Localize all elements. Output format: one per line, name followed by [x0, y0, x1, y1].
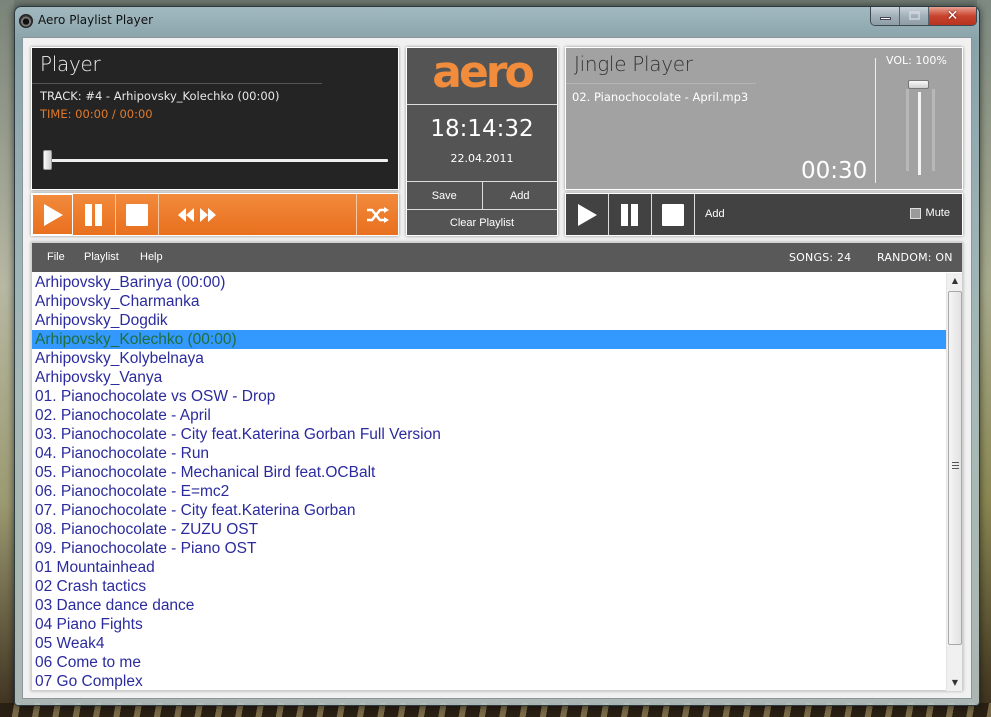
close-icon: ✕ [946, 8, 959, 24]
playlist-item[interactable]: 06 Come to me [32, 653, 947, 672]
window-title: Aero Playlist Player [38, 13, 154, 27]
playlist-item[interactable]: 04 Piano Fights [32, 615, 947, 634]
track-info: TRACK: #4 - Arhipovsky_Kolechko (00:00) [40, 89, 280, 103]
jingle-pause-button[interactable] [609, 194, 652, 235]
divider [566, 83, 756, 84]
playlist-item[interactable]: Arhipovsky_Vanya [32, 368, 947, 387]
seek-slider-track[interactable] [46, 159, 388, 162]
playlist-item[interactable]: 04. Pianochocolate - Run [32, 444, 947, 463]
scroll-up-arrow-icon[interactable]: ▲ [947, 273, 963, 289]
stop-icon [126, 203, 148, 226]
divider [32, 83, 322, 84]
date: 22.04.2011 [450, 152, 514, 165]
menu-playlist[interactable]: Playlist [84, 251, 119, 263]
app-window: Aero Playlist Player ✕ Player TRACK: #4 … [14, 6, 980, 706]
player-panel: Player TRACK: #4 - Arhipovsky_Kolechko (… [31, 47, 399, 190]
play-icon [578, 203, 597, 226]
close-button[interactable]: ✕ [929, 7, 976, 25]
menu-file[interactable]: File [47, 251, 65, 263]
jingle-transport-bar: Add Mute [565, 193, 963, 236]
playlist-item[interactable]: Arhipovsky_Charmanka [32, 292, 947, 311]
playlist-item[interactable]: 09. Pianochocolate - Piano OST [32, 539, 947, 558]
minimize-button[interactable] [871, 7, 900, 25]
playlist-item[interactable]: Arhipovsky_Kolybelnaya [32, 349, 947, 368]
random-status: RANDOM: ON [877, 251, 953, 264]
volume-label: VOL: 100% [886, 54, 947, 67]
playlist-item[interactable]: 06. Pianochocolate - E=mc2 [32, 482, 947, 501]
center-panel: aero 18:14:32 22.04.2011 Save Add Clear … [406, 47, 558, 236]
jingle-time: 00:30 [801, 158, 868, 184]
playlist-item[interactable]: Arhipovsky_Dogdik [32, 311, 947, 330]
scroll-down-arrow-icon[interactable]: ▼ [947, 675, 963, 691]
pause-icon [621, 203, 638, 226]
volume-rail [906, 89, 909, 171]
pause-button[interactable] [73, 194, 116, 235]
jingle-title: Jingle Player [574, 52, 693, 76]
scrollbar-thumb[interactable] [948, 291, 962, 645]
clear-playlist-button[interactable]: Clear Playlist [407, 209, 557, 236]
next-icon[interactable] [199, 207, 217, 222]
stop-icon [662, 203, 684, 226]
time-info: TIME: 00:00 / 00:00 [40, 107, 153, 121]
aero-logo: aero [432, 47, 534, 98]
menu-bar: File Playlist Help SONGS: 24 RANDOM: ON [32, 243, 962, 272]
playlist-item[interactable]: 08. Pianochocolate - ZUZU OST [32, 520, 947, 539]
volume-slider-thumb[interactable] [908, 80, 929, 89]
clock: 18:14:32 [430, 116, 534, 142]
mute-checkbox-box[interactable] [909, 207, 921, 219]
playlist-item[interactable]: 03. Pianochocolate - City feat.Katerina … [32, 425, 947, 444]
playlist-item[interactable]: 03 Dance dance dance [32, 596, 947, 615]
playlist-item[interactable]: 05 Weak4 [32, 634, 947, 653]
mute-label: Mute [925, 207, 950, 219]
playlist-item[interactable]: Arhipovsky_Kolechko (00:00) [32, 330, 947, 349]
stop-button[interactable] [116, 194, 159, 235]
grip-icon [952, 462, 959, 469]
playlist-item[interactable]: 01. Pianochocolate vs OSW - Drop [32, 387, 947, 406]
jingle-play-button[interactable] [566, 194, 609, 235]
player-title: Player [40, 52, 101, 76]
vertical-scrollbar[interactable]: ▲ ▼ [946, 273, 962, 691]
playlist-item[interactable]: 02 Crash tactics [32, 577, 947, 596]
jingle-player-panel: Jingle Player 02. Pianochocolate - April… [565, 47, 963, 190]
playlist-panel: File Playlist Help SONGS: 24 RANDOM: ON … [31, 242, 963, 691]
playlist-item[interactable]: 07. Pianochocolate - City feat.Katerina … [32, 501, 947, 520]
jingle-add-button[interactable]: Add [705, 208, 725, 220]
playlist-item[interactable]: 01 Mountainhead [32, 558, 947, 577]
volume-rail [932, 89, 935, 171]
minimize-icon [880, 17, 891, 20]
title-bar[interactable]: Aero Playlist Player ✕ [15, 7, 979, 35]
save-add-row: Save Add [407, 181, 557, 209]
desktop-background-left [0, 0, 14, 717]
previous-icon[interactable] [177, 207, 195, 222]
window-controls: ✕ [870, 7, 977, 26]
shuffle-icon [366, 206, 389, 223]
shuffle-button[interactable] [357, 194, 398, 235]
jingle-file: 02. Pianochocolate - April.mp3 [572, 90, 749, 104]
play-button[interactable] [32, 194, 73, 235]
divider [875, 58, 876, 183]
song-list: Arhipovsky_Barinya (00:00) Arhipovsky_Cha… [32, 273, 947, 691]
playlist-item[interactable]: 02. Pianochocolate - April [32, 406, 947, 425]
maximize-icon [909, 11, 920, 20]
play-icon [43, 203, 63, 226]
playlist-item[interactable]: Arhipovsky_Barinya (00:00) [32, 273, 947, 292]
songs-count: SONGS: 24 [789, 251, 852, 264]
seek-slider-thumb[interactable] [43, 150, 52, 170]
pause-icon [85, 203, 102, 226]
jingle-stop-button[interactable] [652, 194, 695, 235]
add-button[interactable]: Add [481, 182, 558, 209]
seek-buttons [159, 194, 357, 235]
volume-slider-track[interactable] [918, 92, 921, 175]
save-button[interactable]: Save [407, 182, 482, 209]
menu-help[interactable]: Help [140, 251, 163, 263]
app-icon[interactable] [19, 14, 33, 28]
playlist-item[interactable]: 05. Pianochocolate - Mechanical Bird fea… [32, 463, 947, 482]
client-area: Player TRACK: #4 - Arhipovsky_Kolechko (… [22, 37, 972, 699]
maximize-button[interactable] [900, 7, 929, 25]
mute-checkbox[interactable]: Mute [909, 207, 950, 219]
player-transport-bar [31, 193, 399, 236]
logo-area: aero [407, 48, 557, 105]
playlist-item[interactable]: 07 Go Complex [32, 672, 947, 691]
